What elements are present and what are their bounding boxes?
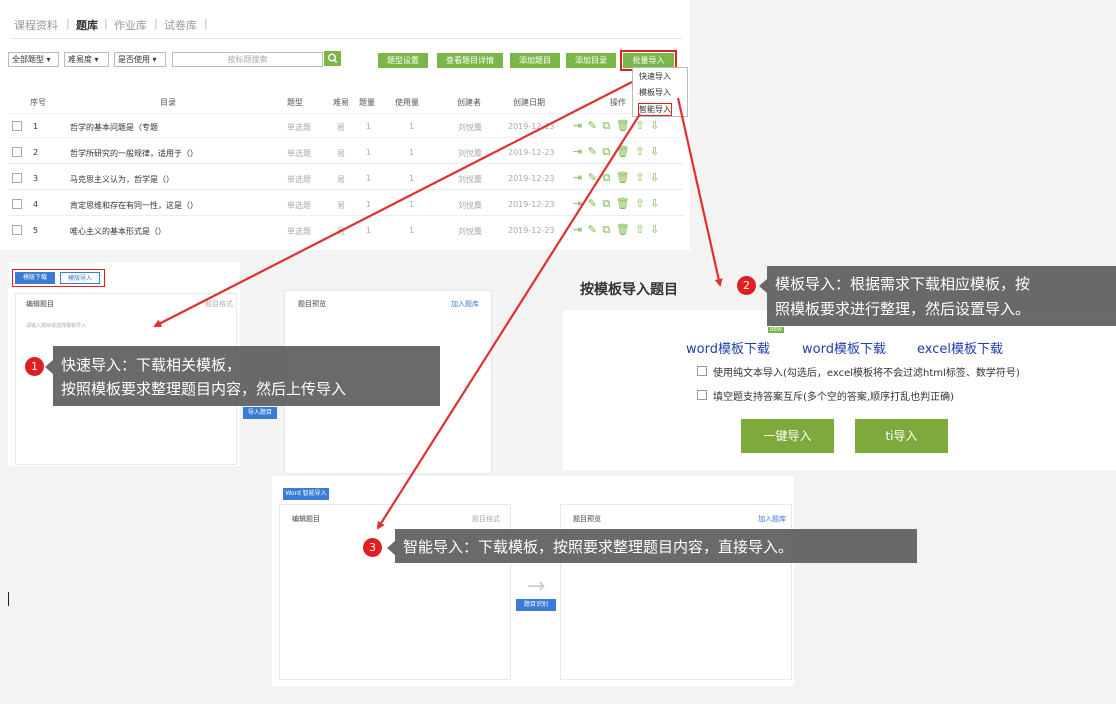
step-1-badge: 1 <box>25 357 44 376</box>
callout-3-pointer <box>387 541 395 555</box>
callout-2-line-1: 模板导入：根据需求下载相应模板，按 <box>775 275 1031 293</box>
callout-2-line-2: 照模板要求进行整理，然后设置导入。 <box>775 300 1031 318</box>
arrow-to-quick-import <box>153 81 633 327</box>
step-3-badge: 3 <box>363 538 382 557</box>
callout-1-pointer <box>45 360 53 374</box>
step-2-badge: 2 <box>737 276 756 295</box>
arrow-to-smart-import <box>376 113 641 530</box>
callout-template-import: 模板导入：根据需求下载相应模板，按 照模板要求进行整理，然后设置导入。 <box>767 266 1116 326</box>
callout-smart-import: 智能导入：下载模板，按照要求整理题目内容，直接导入。 <box>395 529 917 563</box>
callout-3-text: 智能导入：下载模板，按照要求整理题目内容，直接导入。 <box>403 538 794 556</box>
arrow-to-template-import <box>676 97 723 287</box>
callout-quick-import: 快速导入：下载相关模板， 按照模板要求整理题目内容，然后上传导入 <box>53 346 440 406</box>
callout-2-pointer <box>759 279 767 293</box>
callout-1-line-2: 按照模板要求整理题目内容，然后上传导入 <box>61 380 347 398</box>
callout-1-line-1: 快速导入：下载相关模板， <box>61 356 242 374</box>
